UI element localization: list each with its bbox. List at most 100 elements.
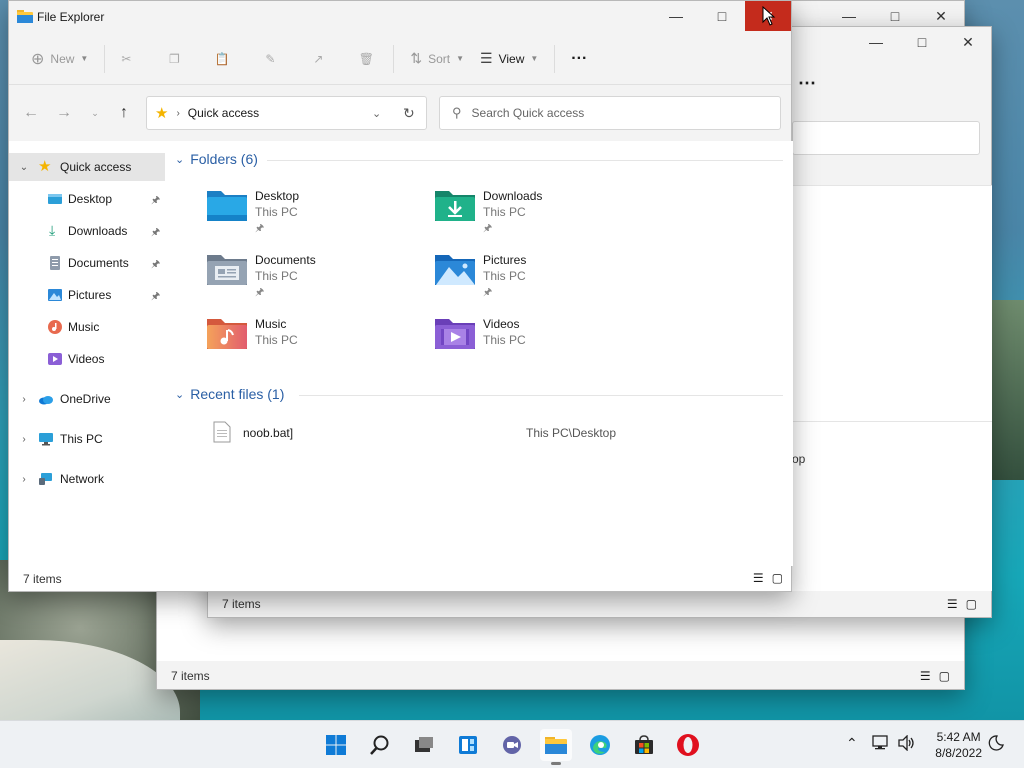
recent-locations-chevron-icon[interactable]: ⌄ <box>85 103 105 123</box>
folder-tile-downloads[interactable]: Downloads This PC 🖈 <box>433 185 653 241</box>
minimize-button[interactable]: — <box>653 1 699 31</box>
file-explorer-window[interactable]: File Explorer — □ ✕ ⊕ New ▼ ✂ ❐ 📋 ✎ ↗ 🗑 … <box>8 0 793 592</box>
chevron-down-icon: ▼ <box>530 54 539 63</box>
paste-icon[interactable]: 📋 <box>209 46 235 72</box>
pin-icon: 🖈 <box>483 223 493 234</box>
sidebar-item-music[interactable]: Music <box>9 313 165 341</box>
sidebar-item-this-pc[interactable]: › This PC <box>9 425 165 453</box>
opera-button[interactable] <box>672 729 704 761</box>
title-bar[interactable]: File Explorer — □ ✕ <box>9 1 791 33</box>
copy-icon[interactable]: ❐ <box>161 46 187 72</box>
folder-tile-videos[interactable]: Videos This PC <box>433 313 653 369</box>
search-input[interactable] <box>792 121 980 155</box>
status-text: 7 items <box>171 669 210 683</box>
maximize-button[interactable]: □ <box>899 27 945 57</box>
group-title: Folders (6) <box>190 151 258 167</box>
cut-icon[interactable]: ✂ <box>113 46 139 72</box>
clock-time: 5:42 AM <box>936 730 981 744</box>
folder-tile-pictures[interactable]: Pictures This PC 🖈 <box>433 249 653 305</box>
more-options-button[interactable]: ··· <box>563 43 595 75</box>
sidebar-item-videos[interactable]: Videos <box>9 345 165 373</box>
view-button[interactable]: ☰ View ▼ <box>472 43 546 75</box>
minimize-button[interactable]: — <box>853 27 899 57</box>
widgets-button[interactable] <box>452 729 484 761</box>
new-button[interactable]: ⊕ New ▼ <box>23 43 96 75</box>
folder-tile-documents[interactable]: Documents This PC 🖈 <box>205 249 425 305</box>
forward-arrow-icon[interactable]: → <box>54 103 74 123</box>
tiles-view-icon[interactable]: ▢ <box>772 571 783 585</box>
maximize-button[interactable]: □ <box>699 1 745 31</box>
search-icon: ⚲ <box>452 105 462 120</box>
file-explorer-taskbar-button[interactable] <box>540 729 572 765</box>
sidebar-item-desktop[interactable]: Desktop 🖈 <box>9 185 165 213</box>
search-button[interactable] <box>364 729 396 761</box>
back-arrow-icon[interactable]: ← <box>21 103 41 123</box>
folders-group-header[interactable]: ⌄ Folders (6) <box>175 151 258 167</box>
opera-icon <box>677 734 699 756</box>
list-item[interactable]: noob.bat] This PC\Desktop <box>205 419 765 447</box>
edge-icon <box>590 735 610 755</box>
collapsed-chevron-icon[interactable]: › <box>18 474 30 485</box>
store-button[interactable] <box>628 729 660 761</box>
show-hidden-icons-chevron-icon[interactable]: ⌃ <box>846 735 858 752</box>
close-button[interactable]: ✕ <box>945 27 991 57</box>
search-input[interactable]: ⚲ Search Quick access <box>439 96 781 130</box>
collapsed-chevron-icon[interactable]: › <box>18 394 30 405</box>
task-view-button[interactable] <box>408 729 440 761</box>
sidebar-item-label: Quick access <box>60 160 132 174</box>
network-icon <box>39 473 52 485</box>
details-view-icon[interactable]: ☰ <box>920 669 931 683</box>
sidebar-item-downloads[interactable]: ⤓ Downloads 🖈 <box>9 217 165 245</box>
tiles-view-icon[interactable]: ▢ <box>939 669 950 683</box>
chat-button[interactable] <box>496 729 528 761</box>
share-icon[interactable]: ↗ <box>305 46 331 72</box>
volume-icon[interactable] <box>898 735 916 751</box>
sidebar-item-documents[interactable]: Documents 🖈 <box>9 249 165 277</box>
notifications-icon[interactable] <box>988 735 1004 751</box>
sidebar-item-quick-access[interactable]: ⌄ ★ Quick access <box>9 153 165 181</box>
sidebar-item-pictures[interactable]: Pictures 🖈 <box>9 281 165 309</box>
edge-button[interactable] <box>584 729 616 761</box>
sidebar-item-label: Videos <box>68 352 105 366</box>
clock-date: 8/8/2022 <box>935 746 982 760</box>
folder-tile-music[interactable]: Music This PC <box>205 313 425 369</box>
expanded-chevron-icon[interactable]: ⌄ <box>18 162 30 173</box>
desktop-folder-icon <box>48 194 62 204</box>
status-text: 7 items <box>222 597 261 611</box>
more-options-icon[interactable]: ⋯ <box>798 73 816 94</box>
recent-files-group-header[interactable]: ⌄ Recent files (1) <box>175 386 284 402</box>
pin-icon: 🖈 <box>151 195 161 206</box>
view-toggle: ☰ ▢ <box>753 571 783 585</box>
window-title: File Explorer <box>37 10 105 24</box>
details-view-icon[interactable]: ☰ <box>753 571 764 585</box>
delete-icon[interactable]: 🗑 <box>353 46 379 72</box>
monitor-icon <box>39 433 53 446</box>
network-status-icon[interactable] <box>872 735 890 751</box>
details-view-icon[interactable]: ☰ <box>947 597 958 611</box>
tiles-view-icon[interactable]: ▢ <box>966 597 977 611</box>
download-icon: ⤓ <box>49 222 56 238</box>
sort-button[interactable]: ⇅ Sort ▼ <box>402 43 472 75</box>
address-bar[interactable]: ★ › Quick access ⌄ ↻ <box>146 96 427 130</box>
chat-icon <box>503 736 521 754</box>
search-icon <box>370 735 389 755</box>
rename-icon[interactable]: ✎ <box>257 46 283 72</box>
sidebar-item-network[interactable]: › Network <box>9 465 165 493</box>
sidebar-item-onedrive[interactable]: › OneDrive <box>9 385 165 413</box>
up-arrow-icon[interactable]: ↑ <box>114 103 134 123</box>
start-button[interactable] <box>320 729 352 761</box>
star-icon: ★ <box>38 158 52 175</box>
folder-name: Music <box>255 317 287 331</box>
address-dropdown-icon[interactable]: ⌄ <box>372 107 381 120</box>
collapsed-chevron-icon[interactable]: › <box>18 434 30 445</box>
group-title: Recent files (1) <box>190 386 285 402</box>
sidebar-item-label: This PC <box>60 432 103 446</box>
folder-icon <box>17 10 33 23</box>
system-clock[interactable]: 5:42 AM 8/8/2022 <box>935 729 982 761</box>
refresh-icon[interactable]: ↻ <box>403 105 415 122</box>
view-icon: ☰ <box>480 50 493 66</box>
sidebar-item-label: Documents <box>68 256 129 270</box>
store-icon <box>635 735 653 754</box>
file-path: This PC\Desktop <box>526 426 617 440</box>
folder-tile-desktop[interactable]: Desktop This PC 🖈 <box>205 185 425 241</box>
